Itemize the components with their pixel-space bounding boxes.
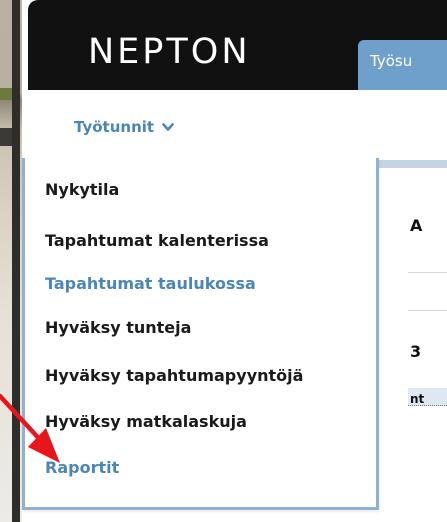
table-row-highlight: nt: [408, 388, 447, 406]
menu-item-hyvaksy-tapahtumapyyntoja[interactable]: Hyväksy tapahtumapyyntöjä: [45, 366, 303, 385]
desktop-fragment: [0, 88, 12, 100]
table-cell-fragment: 3: [410, 342, 422, 361]
tyotunnit-menu-toggle[interactable]: Työtunnit: [74, 118, 174, 136]
table-gridline: [408, 310, 447, 311]
menu-item-tapahtumat-taulukossa[interactable]: Tapahtumat taulukossa: [45, 274, 256, 293]
menu-item-hyvaksy-tunteja[interactable]: Hyväksy tunteja: [45, 318, 191, 337]
tyotunnit-dropdown-menu: Nykytila Tapahtumat kalenterissa Tapahtu…: [22, 158, 379, 510]
tab-tyosuunnittelu[interactable]: Työsu: [358, 40, 447, 90]
table-cell-fragment: nt: [410, 392, 425, 406]
section-toggle-label: Työtunnit: [74, 118, 155, 136]
table-header-fragment: A: [410, 216, 423, 235]
table-gridline: [408, 272, 447, 273]
desktop-background-strip: [0, 0, 22, 522]
top-navigation-bar: NEPTON Työsu: [28, 0, 447, 90]
window-edge: [12, 0, 20, 522]
menu-item-tapahtumat-kalenterissa[interactable]: Tapahtumat kalenterissa: [45, 231, 269, 250]
menu-item-nykytila[interactable]: Nykytila: [45, 180, 119, 199]
section-bar: Työtunnit: [28, 90, 447, 160]
desktop-fragment: [0, 128, 12, 146]
chevron-down-icon: [162, 122, 174, 132]
menu-item-hyvaksy-matkalaskuja[interactable]: Hyväksy matkalaskuja: [45, 412, 247, 431]
nepton-logo[interactable]: NEPTON: [88, 32, 251, 72]
menu-item-raportit[interactable]: Raportit: [45, 458, 119, 477]
